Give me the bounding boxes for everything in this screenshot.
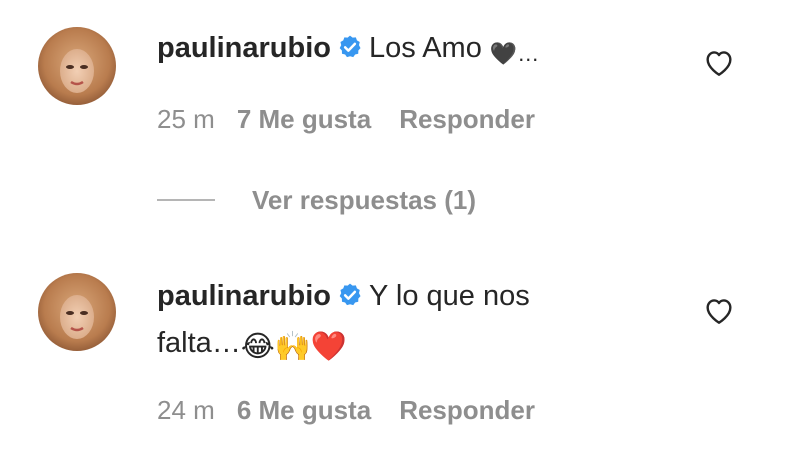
comment-text: Los Amo [369, 32, 482, 64]
avatar[interactable] [38, 273, 116, 351]
comment-meta: 25 m 7 Me gusta Responder [157, 104, 535, 135]
replies-divider [157, 199, 215, 201]
verified-badge-icon [337, 29, 363, 73]
verified-badge-icon [337, 277, 363, 321]
comments-list: paulinarubio Los Amo 🖤… 25 m 7 Me gusta Res… [0, 0, 800, 451]
reply-button[interactable]: Responder [399, 395, 535, 426]
comment-time[interactable]: 24 m [157, 395, 215, 426]
comment-meta: 24 m 6 Me gusta Responder [157, 395, 535, 426]
avatar[interactable] [38, 27, 116, 105]
reply-button[interactable]: Responder [399, 104, 535, 135]
comment-username[interactable]: paulinarubio [157, 280, 331, 312]
like-heart-icon[interactable] [703, 47, 735, 77]
comment-text-line2: falta… [157, 327, 241, 359]
like-heart-icon[interactable] [703, 295, 735, 325]
comment-time[interactable]: 25 m [157, 104, 215, 135]
comment-likes[interactable]: 6 Me gusta [237, 395, 371, 426]
comment-username[interactable]: paulinarubio [157, 32, 331, 64]
comment-emoji: 😂🙌❤️ [240, 331, 347, 363]
comment-emoji: 🖤… [489, 41, 540, 66]
comment-text: Y lo que nos [369, 280, 530, 312]
comment-likes[interactable]: 7 Me gusta [237, 104, 371, 135]
view-replies-label: Ver respuestas (1) [252, 184, 477, 215]
view-replies-button[interactable]: Ver respuestas (1) [157, 180, 476, 220]
